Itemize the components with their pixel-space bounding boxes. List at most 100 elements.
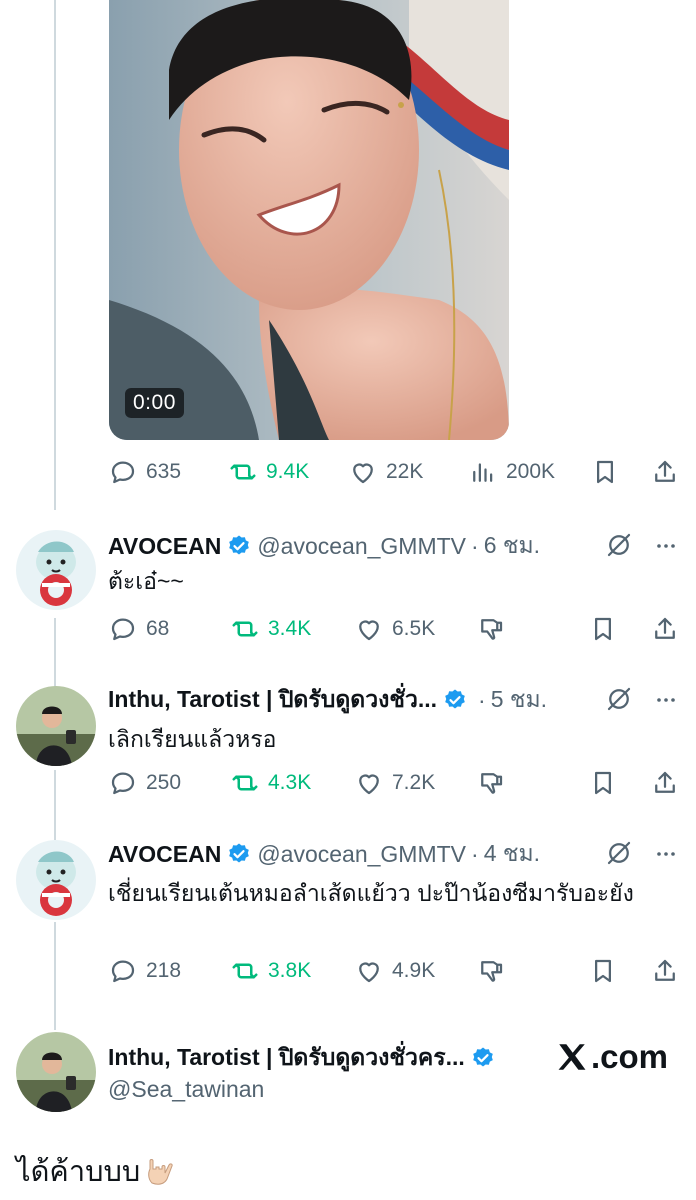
- caption-text: ได้ค้าบบบ: [16, 1156, 141, 1188]
- like-count: 4.9K: [392, 959, 436, 982]
- avocean-avatar-image: [16, 840, 96, 920]
- thumbs-down-icon: [481, 961, 503, 982]
- verified-badge-icon: [445, 689, 465, 709]
- display-name[interactable]: AVOCEAN: [108, 841, 221, 868]
- handle[interactable]: @avocean_GMMTV: [257, 841, 466, 868]
- separator-dot: ·: [478, 686, 486, 713]
- like-count: 6.5K: [392, 617, 436, 640]
- reply-button[interactable]: 635: [108, 457, 181, 487]
- retweet-icon: [230, 464, 256, 480]
- timestamp[interactable]: 5 ชม.: [491, 682, 547, 718]
- reply-icon: [111, 618, 135, 641]
- reply-button[interactable]: 218: [108, 956, 181, 986]
- like-count: 22K: [386, 460, 424, 483]
- retweet-count: 3.4K: [268, 617, 312, 640]
- share-button[interactable]: [650, 768, 680, 798]
- bookmark-button[interactable]: [590, 457, 620, 487]
- author-name-row: Inthu, Tarotist | ปิดรับดูดวงชั่วคร...: [108, 1040, 501, 1076]
- reply-actions: 250 4.3K 7.2K: [108, 766, 684, 800]
- bookmark-button[interactable]: [588, 956, 618, 986]
- more-options-icon[interactable]: [652, 842, 680, 866]
- downvote-button[interactable]: [476, 956, 506, 986]
- bookmark-icon: [595, 771, 611, 795]
- like-button[interactable]: 4.9K: [354, 956, 435, 986]
- grok-icon[interactable]: [604, 684, 634, 714]
- retweet-button[interactable]: 4.3K: [230, 768, 311, 798]
- separator-dot: ·: [471, 840, 479, 867]
- reply-tweet[interactable]: AVOCEAN @avocean_GMMTV · 6 ชม. ต้ะเอ๋~~ …: [0, 530, 696, 650]
- share-icon: [655, 771, 675, 793]
- author-card[interactable]: Inthu, Tarotist | ปิดรับดูดวงชั่วคร... @…: [0, 1030, 696, 1120]
- share-button[interactable]: [650, 614, 680, 644]
- downvote-button[interactable]: [476, 768, 506, 798]
- video-thumbnail: [109, 0, 509, 440]
- video-player[interactable]: 0:00: [109, 0, 509, 440]
- reply-button[interactable]: 250: [108, 768, 181, 798]
- display-name[interactable]: Inthu, Tarotist | ปิดรับดูดวงชั่วคร...: [108, 1040, 465, 1076]
- more-options-icon[interactable]: [652, 688, 680, 712]
- reply-header: AVOCEAN @avocean_GMMTV · 6 ชม.: [108, 530, 684, 562]
- avatar[interactable]: [16, 530, 96, 610]
- retweet-count: 9.4K: [266, 460, 310, 483]
- reply-count: 635: [146, 460, 182, 483]
- thumbs-down-icon: [481, 773, 503, 794]
- like-count: 7.2K: [392, 771, 436, 794]
- share-button[interactable]: [650, 457, 680, 487]
- inthu-avatar-image: [16, 1032, 96, 1112]
- display-name[interactable]: AVOCEAN: [108, 533, 221, 560]
- bookmark-button[interactable]: [588, 768, 618, 798]
- reply-header: AVOCEAN @avocean_GMMTV · 4 ชม.: [108, 838, 684, 870]
- views-button[interactable]: 200K: [468, 457, 555, 487]
- views-count: 200K: [506, 460, 556, 483]
- inthu-avatar-image: [16, 686, 96, 766]
- thumbs-down-icon: [481, 619, 503, 640]
- handle[interactable]: @avocean_GMMTV: [257, 533, 466, 560]
- more-options-icon[interactable]: [652, 534, 680, 558]
- bookmark-icon: [595, 959, 611, 983]
- grok-icon[interactable]: [604, 530, 634, 560]
- display-name[interactable]: Inthu, Tarotist | ปิดรับดูดวงชั่ว...: [108, 682, 437, 718]
- share-icon: [655, 617, 675, 639]
- retweet-count: 3.8K: [268, 959, 312, 982]
- retweet-icon: [232, 621, 258, 637]
- grok-icon[interactable]: [604, 838, 634, 868]
- timestamp[interactable]: 4 ชม.: [484, 836, 540, 872]
- like-button[interactable]: 6.5K: [354, 614, 435, 644]
- reply-button[interactable]: 68: [108, 614, 169, 644]
- heart-icon: [359, 620, 379, 641]
- retweet-button[interactable]: 9.4K: [228, 457, 309, 487]
- reply-icon: [111, 461, 135, 484]
- reply-tweet[interactable]: AVOCEAN @avocean_GMMTV · 4 ชม. เชี่ยนเรี…: [0, 838, 696, 998]
- retweet-button[interactable]: 3.4K: [230, 614, 311, 644]
- avatar[interactable]: [16, 686, 96, 766]
- reply-count: 218: [146, 959, 182, 982]
- reply-icon: [111, 960, 135, 983]
- downvote-button[interactable]: [476, 614, 506, 644]
- verified-badge-icon: [472, 1047, 493, 1067]
- main-tweet-actions: 635 9.4K 22K 200K: [108, 455, 684, 489]
- reply-header: Inthu, Tarotist | ปิดรับดูดวงชั่ว... · 5…: [108, 684, 684, 716]
- share-icon: [655, 460, 675, 482]
- retweet-button[interactable]: 3.8K: [230, 956, 311, 986]
- bookmark-button[interactable]: [588, 614, 618, 644]
- love-you-gesture-emoji-icon: [148, 1159, 174, 1185]
- timestamp[interactable]: 6 ชม.: [484, 528, 540, 564]
- avocean-avatar-image: [16, 530, 96, 610]
- like-button[interactable]: 7.2K: [354, 768, 435, 798]
- bookmark-icon: [597, 460, 613, 484]
- reply-actions: 68 3.4K 6.5K: [108, 612, 684, 646]
- avatar[interactable]: [16, 840, 96, 920]
- share-button[interactable]: [650, 956, 680, 986]
- views-chart-icon: [473, 463, 493, 482]
- like-button[interactable]: 22K: [348, 457, 423, 487]
- reply-text: เลิกเรียนแล้วหรอ: [108, 726, 277, 752]
- video-timestamp: 0:00: [125, 388, 184, 418]
- retweet-count: 4.3K: [268, 771, 312, 794]
- retweet-icon: [232, 775, 258, 791]
- x-logo-icon: [558, 1044, 586, 1070]
- reply-tweet[interactable]: Inthu, Tarotist | ปิดรับดูดวงชั่ว... · 5…: [0, 684, 696, 804]
- avatar[interactable]: [16, 1032, 96, 1112]
- handle[interactable]: @Sea_tawinan: [108, 1076, 264, 1103]
- reply-text: ต้ะเอ๋~~: [108, 568, 184, 594]
- reply-count: 68: [146, 617, 170, 640]
